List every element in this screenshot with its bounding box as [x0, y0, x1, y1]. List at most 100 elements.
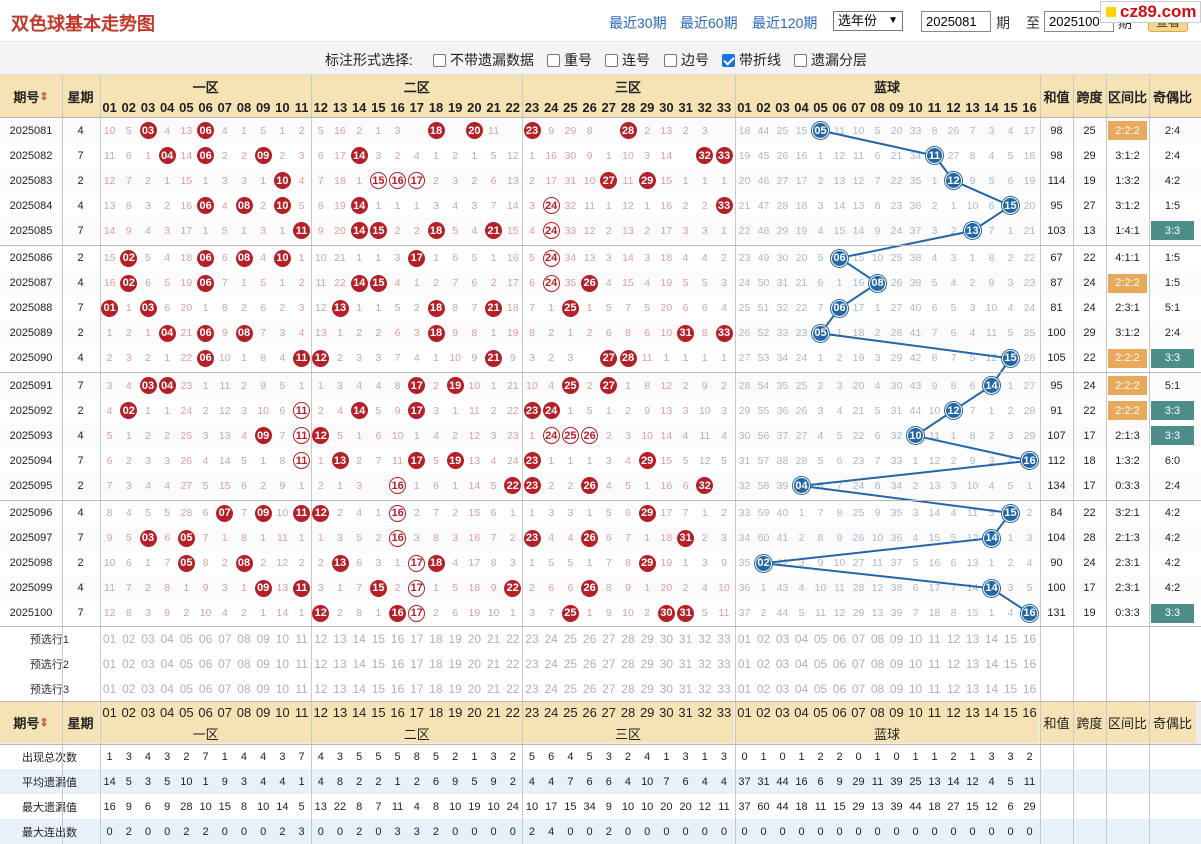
preselect-red-number[interactable]: 33	[714, 651, 733, 676]
preselect-blue-number[interactable]: 07	[849, 676, 868, 701]
preselect-red-number[interactable]: 08	[234, 676, 253, 701]
option-polyline[interactable]: 带折线	[722, 50, 781, 70]
preselect-red-number[interactable]: 30	[657, 676, 676, 701]
preselect-red-number[interactable]: 25	[561, 626, 580, 651]
recent-60-link[interactable]: 最近60期	[680, 13, 738, 33]
option-no-miss[interactable]: 不带遗漏数据	[433, 50, 534, 70]
preselect-red-number[interactable]: 06	[196, 676, 215, 701]
preselect-red-number[interactable]: 32	[695, 626, 714, 651]
preselect-red-number[interactable]: 22	[503, 626, 522, 651]
preselect-red-number[interactable]: 05	[177, 626, 196, 651]
preselect-red-number[interactable]: 20	[465, 651, 484, 676]
preselect-blue-number[interactable]: 14	[982, 676, 1001, 701]
preselect-red-number[interactable]: 07	[215, 626, 234, 651]
preselect-red-number[interactable]: 08	[234, 651, 253, 676]
preselect-red-number[interactable]: 13	[330, 626, 349, 651]
preselect-red-number[interactable]: 04	[158, 626, 177, 651]
preselect-blue-number[interactable]: 05	[811, 626, 830, 651]
preselect-red-number[interactable]: 19	[446, 626, 465, 651]
preselect-blue-number[interactable]: 06	[830, 676, 849, 701]
preselect-red-number[interactable]: 33	[714, 676, 733, 701]
preselect-red-number[interactable]: 03	[138, 651, 157, 676]
preselect-red-number[interactable]: 30	[657, 626, 676, 651]
preselect-blue-number[interactable]: 07	[849, 651, 868, 676]
preselect-red-number[interactable]: 27	[599, 626, 618, 651]
preselect-blue-number[interactable]: 15	[1001, 626, 1020, 651]
checkbox-icon[interactable]	[433, 54, 446, 67]
preselect-red-number[interactable]: 02	[119, 626, 138, 651]
preselect-red-number[interactable]: 24	[542, 651, 561, 676]
preselect-red-number[interactable]: 31	[676, 676, 695, 701]
preselect-red-number[interactable]: 21	[484, 676, 503, 701]
preselect-red-number[interactable]: 20	[465, 676, 484, 701]
preselect-red-number[interactable]: 08	[234, 626, 253, 651]
start-issue-input[interactable]: 2025081	[921, 11, 991, 32]
preselect-blue-number[interactable]: 16	[1020, 676, 1039, 701]
preselect-red-number[interactable]: 17	[407, 676, 426, 701]
preselect-red-number[interactable]: 22	[503, 651, 522, 676]
checkbox-icon[interactable]	[794, 54, 807, 67]
preselect-blue-number[interactable]: 16	[1020, 626, 1039, 651]
preselect-red-number[interactable]: 06	[196, 651, 215, 676]
preselect-red-number[interactable]: 11	[292, 676, 311, 701]
preselect-red-number[interactable]: 23	[522, 676, 541, 701]
sort-icon[interactable]: ⇕	[39, 90, 48, 103]
preselect-red-number[interactable]: 03	[138, 626, 157, 651]
preselect-blue-number[interactable]: 08	[868, 676, 887, 701]
preselect-red-number[interactable]: 10	[273, 651, 292, 676]
preselect-red-number[interactable]: 01	[100, 651, 119, 676]
preselect-blue-number[interactable]: 15	[1001, 651, 1020, 676]
preselect-blue-number[interactable]: 09	[887, 676, 906, 701]
preselect-red-number[interactable]: 11	[292, 626, 311, 651]
checkbox-icon[interactable]	[547, 54, 560, 67]
footer-header-period[interactable]: 期号 ⇕	[0, 701, 62, 743]
option-repeat[interactable]: 重号	[547, 50, 592, 70]
preselect-red-number[interactable]: 24	[542, 676, 561, 701]
preselect-blue-number[interactable]: 05	[811, 676, 830, 701]
checkbox-checked-icon[interactable]	[722, 54, 735, 67]
preselect-red-number[interactable]: 10	[273, 676, 292, 701]
preselect-blue-number[interactable]: 11	[925, 626, 944, 651]
preselect-red-number[interactable]: 09	[254, 651, 273, 676]
preselect-blue-number[interactable]: 01	[735, 676, 754, 701]
preselect-red-number[interactable]: 02	[119, 676, 138, 701]
preselect-red-number[interactable]: 29	[638, 626, 657, 651]
option-miss-layer[interactable]: 遗漏分层	[794, 50, 867, 70]
preselect-red-number[interactable]: 04	[158, 651, 177, 676]
preselect-red-number[interactable]: 19	[446, 651, 465, 676]
preselect-blue-number[interactable]: 12	[944, 676, 963, 701]
preselect-red-number[interactable]: 31	[676, 626, 695, 651]
preselect-blue-number[interactable]: 12	[944, 651, 963, 676]
preselect-blue-number[interactable]: 03	[773, 651, 792, 676]
preselect-red-number[interactable]: 10	[273, 626, 292, 651]
preselect-red-number[interactable]: 02	[119, 651, 138, 676]
preselect-red-number[interactable]: 21	[484, 626, 503, 651]
preselect-red-number[interactable]: 11	[292, 651, 311, 676]
preselect-blue-number[interactable]: 05	[811, 651, 830, 676]
preselect-blue-number[interactable]: 10	[906, 676, 925, 701]
preselect-red-number[interactable]: 05	[177, 651, 196, 676]
preselect-red-number[interactable]: 17	[407, 626, 426, 651]
preselect-blue-number[interactable]: 03	[773, 626, 792, 651]
preselect-blue-number[interactable]: 09	[887, 651, 906, 676]
checkbox-icon[interactable]	[664, 54, 677, 67]
preselect-red-number[interactable]: 33	[714, 626, 733, 651]
preselect-red-number[interactable]: 01	[100, 626, 119, 651]
preselect-blue-number[interactable]: 08	[868, 626, 887, 651]
preselect-blue-number[interactable]: 06	[830, 626, 849, 651]
preselect-red-number[interactable]: 15	[369, 626, 388, 651]
preselect-blue-number[interactable]: 04	[792, 626, 811, 651]
preselect-red-number[interactable]: 17	[407, 651, 426, 676]
preselect-red-number[interactable]: 31	[676, 651, 695, 676]
preselect-blue-number[interactable]: 13	[963, 651, 982, 676]
preselect-red-number[interactable]: 28	[618, 676, 637, 701]
preselect-red-number[interactable]: 27	[599, 676, 618, 701]
preselect-red-number[interactable]: 32	[695, 676, 714, 701]
preselect-red-number[interactable]: 22	[503, 676, 522, 701]
preselect-red-number[interactable]: 20	[465, 626, 484, 651]
preselect-red-number[interactable]: 12	[311, 626, 330, 651]
preselect-red-number[interactable]: 14	[350, 626, 369, 651]
preselect-red-number[interactable]: 09	[254, 626, 273, 651]
preselect-red-number[interactable]: 23	[522, 626, 541, 651]
preselect-red-number[interactable]: 25	[561, 676, 580, 701]
